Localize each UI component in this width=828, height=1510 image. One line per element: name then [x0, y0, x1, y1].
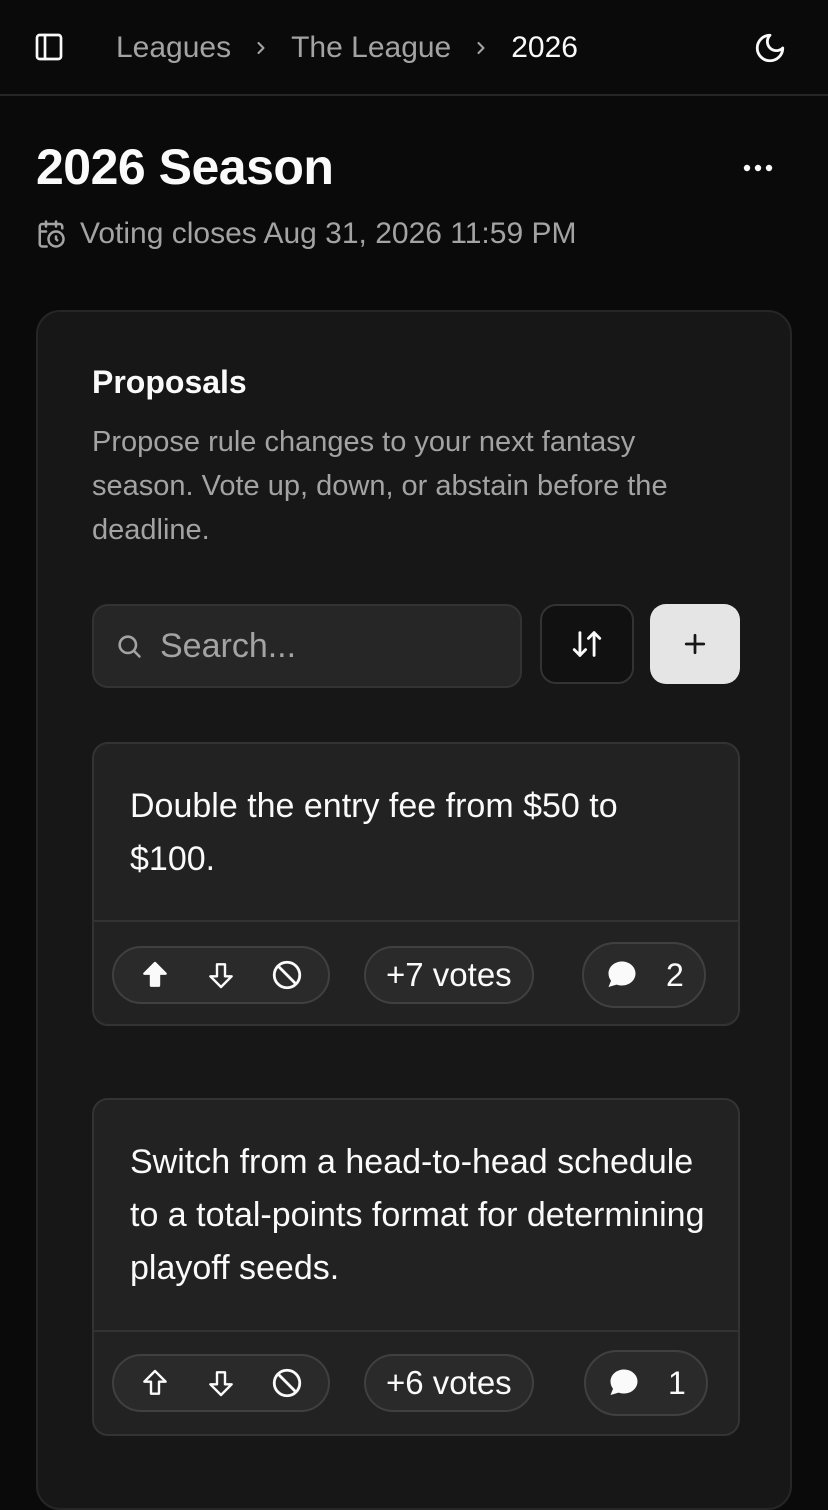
breadcrumb-current: 2026 — [511, 31, 578, 64]
upvote-icon[interactable] — [133, 1361, 177, 1405]
chevron-right-icon — [451, 38, 511, 58]
search-icon — [114, 631, 144, 661]
message-circle-icon — [610, 1369, 638, 1395]
comments-button[interactable]: 2 — [582, 942, 706, 1008]
proposal-text: Double the entry fee from $50 to $100. — [130, 787, 618, 878]
abstain-icon[interactable] — [265, 1361, 309, 1405]
vote-count-badge: +6 votes — [364, 1354, 534, 1412]
calendar-clock-icon — [36, 219, 66, 249]
divider — [94, 1330, 738, 1332]
sort-button[interactable] — [540, 604, 634, 684]
breadcrumb: Leagues The League 2026 — [116, 28, 578, 68]
vote-count-badge: +7 votes — [364, 946, 534, 1004]
page-title: 2026 Season — [36, 139, 334, 195]
proposals-card: Proposals Propose rule changes to your n… — [36, 310, 792, 1510]
voting-deadline: Voting closes Aug 31, 2026 11:59 PM — [36, 214, 576, 254]
proposal-text: Switch from a head-to-head schedule to a… — [130, 1143, 705, 1287]
downvote-icon[interactable] — [199, 953, 243, 997]
add-proposal-button[interactable] — [650, 604, 740, 684]
plus-icon — [684, 633, 706, 655]
sidebar-toggle-icon[interactable] — [30, 28, 68, 66]
breadcrumb-the-league[interactable]: The League — [291, 31, 451, 65]
divider — [94, 920, 738, 922]
comment-count: 2 — [666, 956, 684, 993]
breadcrumb-leagues[interactable]: Leagues — [116, 31, 231, 65]
moon-icon[interactable] — [752, 30, 788, 66]
proposal-card: Double the entry fee from $50 to $100. +… — [92, 742, 740, 1026]
top-bar: Leagues The League 2026 — [0, 0, 828, 96]
search-box — [92, 604, 522, 688]
comments-button[interactable]: 1 — [584, 1350, 708, 1416]
abstain-icon[interactable] — [265, 953, 309, 997]
card-description: Propose rule changes to your next fantas… — [92, 426, 668, 546]
vote-buttons — [112, 1354, 330, 1412]
message-circle-icon — [608, 961, 636, 987]
more-options-icon[interactable] — [738, 150, 778, 186]
upvote-icon[interactable] — [133, 953, 177, 997]
deadline-text: Voting closes Aug 31, 2026 11:59 PM — [80, 217, 577, 250]
search-input[interactable] — [160, 616, 500, 676]
arrow-up-down-icon — [572, 631, 602, 657]
downvote-icon[interactable] — [199, 1361, 243, 1405]
chevron-right-icon — [231, 38, 291, 58]
proposal-card: Switch from a head-to-head schedule to a… — [92, 1098, 740, 1436]
vote-buttons — [112, 946, 330, 1004]
card-title: Proposals — [92, 364, 247, 400]
comment-count: 1 — [668, 1364, 686, 1401]
